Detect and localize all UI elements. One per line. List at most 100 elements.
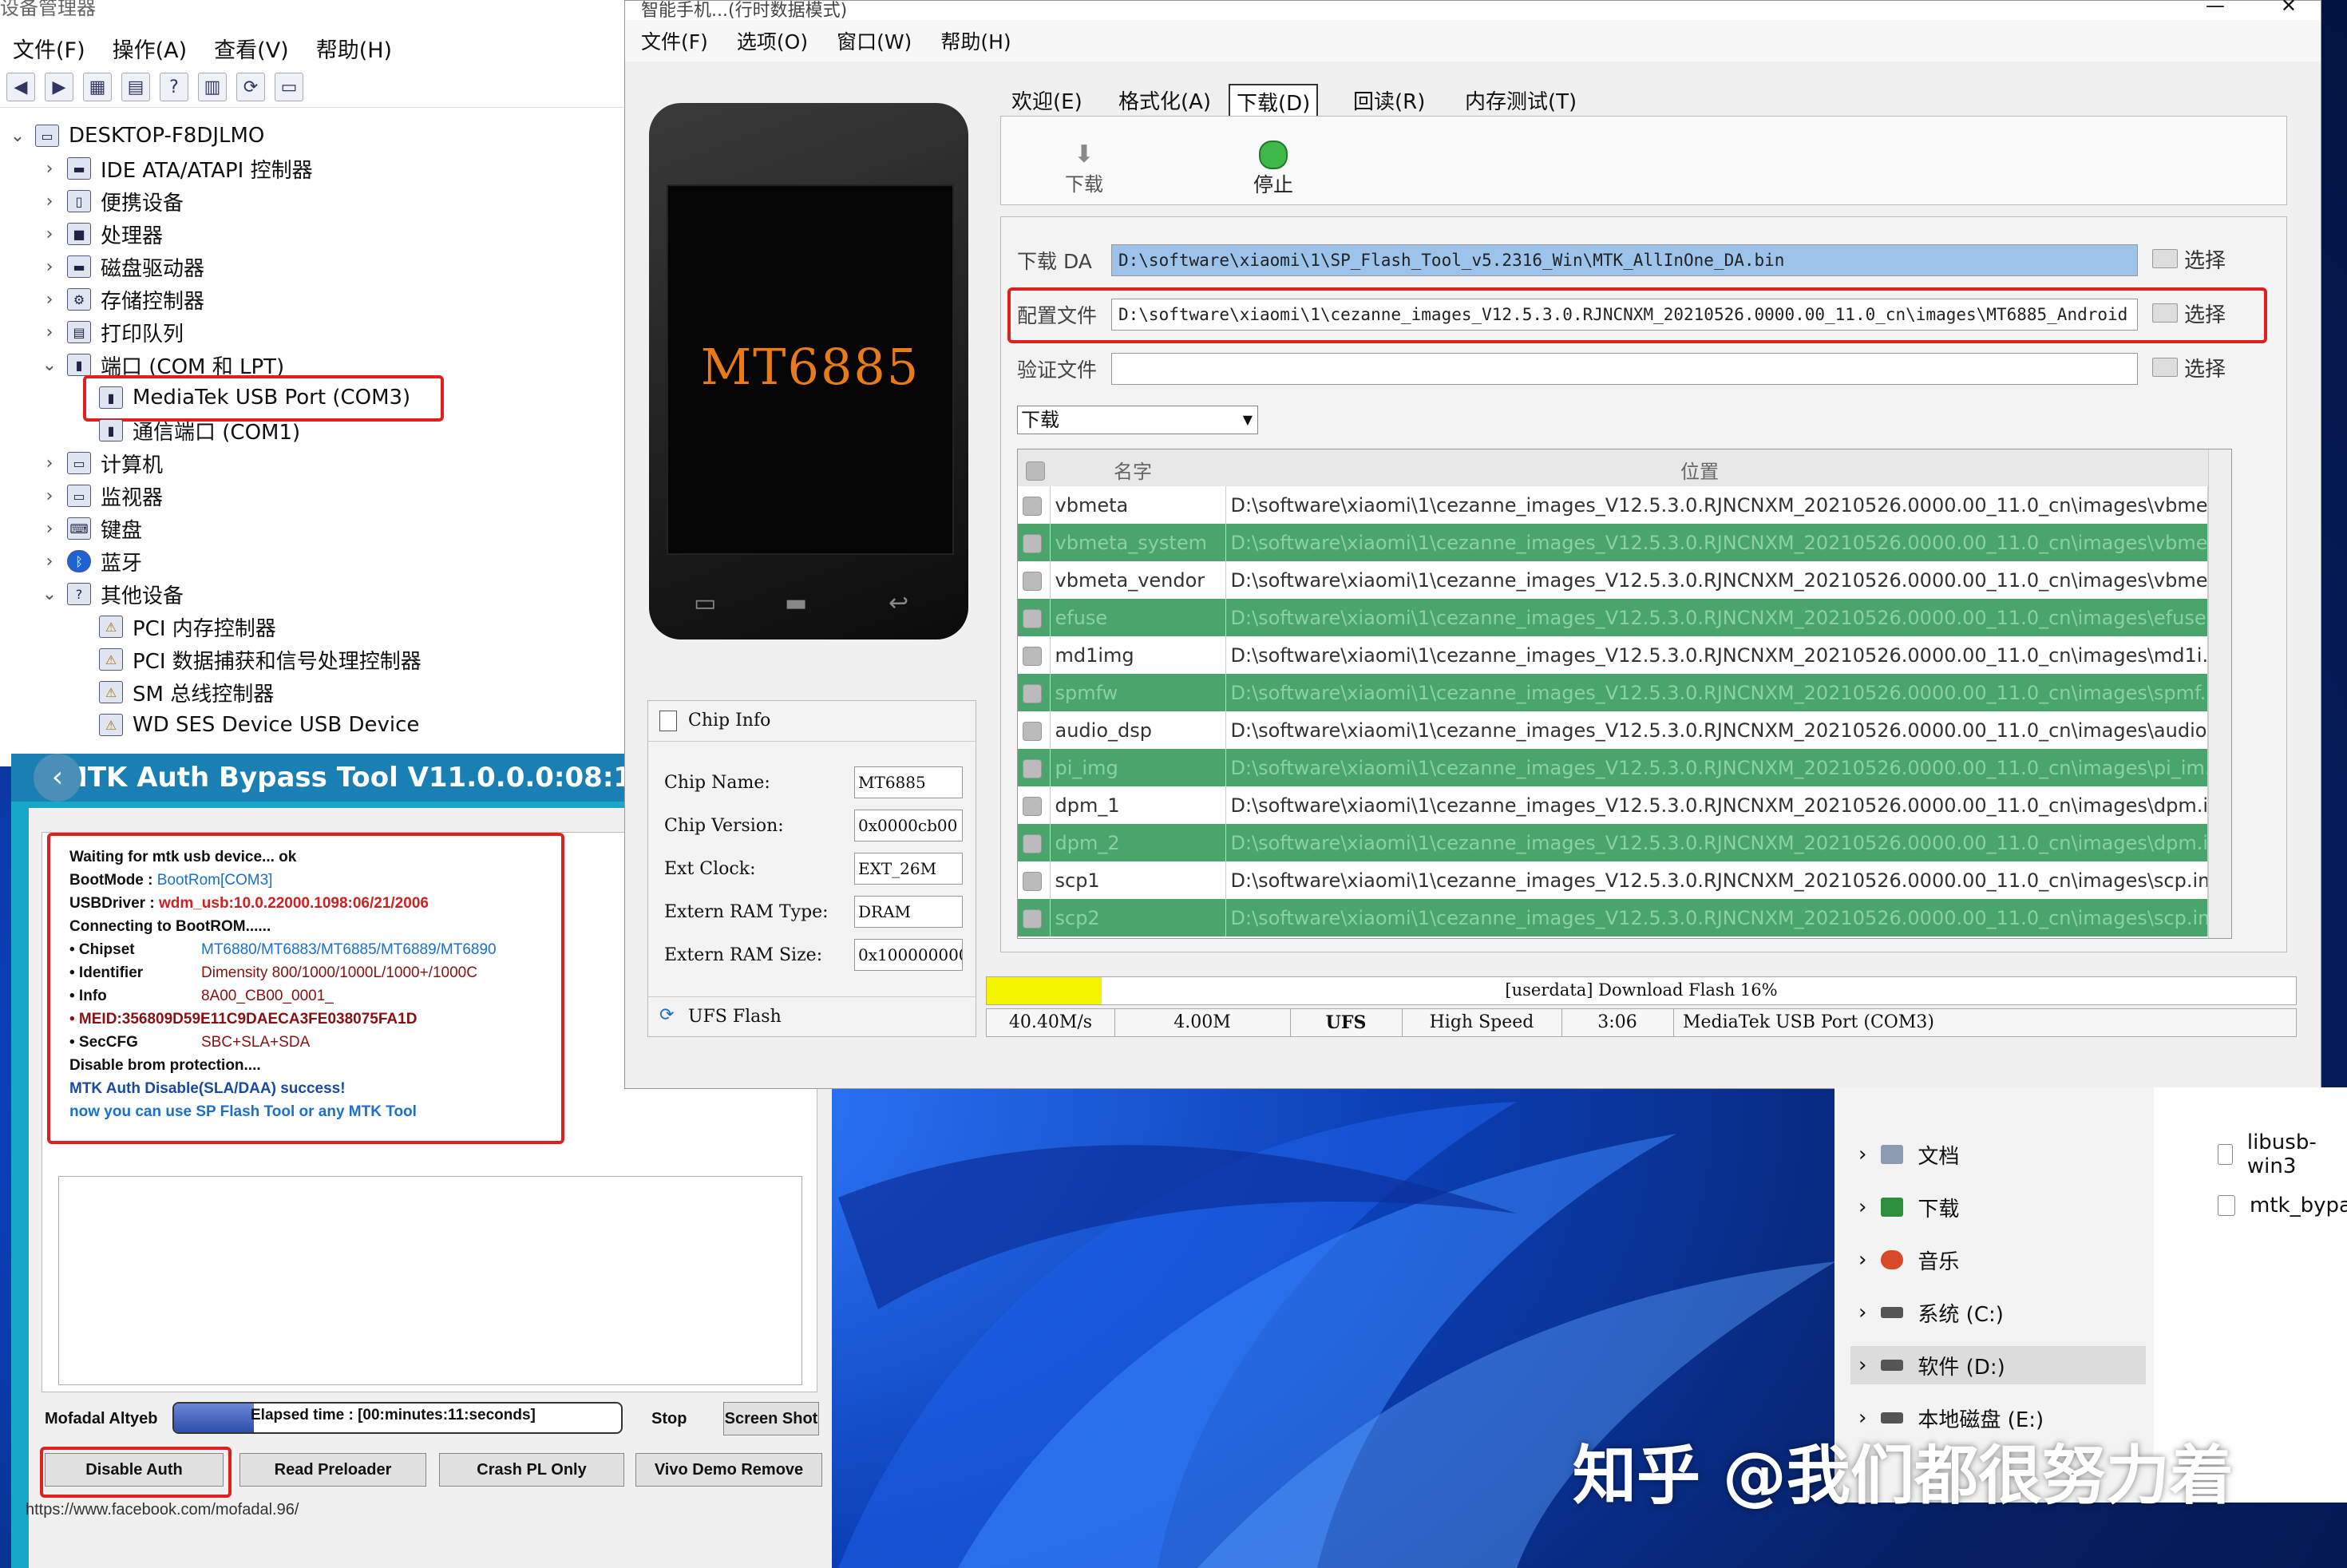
table-row[interactable]: vbmeta_system D:\software\xiaomi\1\cezann… — [1018, 524, 2208, 561]
row-checkbox[interactable] — [1018, 861, 1051, 899]
table-row[interactable]: pi_img D:\software\xiaomi\1\cezanne_image… — [1018, 749, 2208, 786]
tree-item-processor[interactable]: › ■ 处理器 — [42, 218, 163, 250]
table-scrollbar[interactable] — [2208, 449, 2231, 938]
table-row[interactable]: dpm_2 D:\software\xiaomi\1\cezanne_images… — [1018, 824, 2208, 861]
chevron-down-icon[interactable]: ⌄ — [10, 126, 26, 146]
tab-format[interactable]: 格式化(A) — [1112, 84, 1217, 117]
stop-download-button[interactable]: 停止 — [1253, 141, 1293, 198]
row-checkbox[interactable] — [1018, 561, 1051, 599]
table-row[interactable]: spmfw D:\software\xiaomi\1\cezanne_images… — [1018, 674, 2208, 711]
header-checkbox[interactable] — [1026, 459, 1045, 481]
tree-item-wd-ses[interactable]: ⚠ WD SES Device USB Device — [99, 709, 419, 741]
explorer-item-c[interactable]: › 系统 (C:) — [1858, 1293, 2004, 1332]
chevron-down-icon[interactable]: ⌄ — [42, 584, 57, 604]
chevron-right-icon[interactable]: › — [42, 519, 57, 539]
vivo-demo-remove-button[interactable]: Vivo Demo Remove — [635, 1453, 822, 1487]
table-row[interactable]: scp2 D:\software\xiaomi\1\cezanne_images_… — [1018, 899, 2208, 936]
tab-readback[interactable]: 回读(R) — [1347, 84, 1431, 117]
row-checkbox[interactable] — [1018, 674, 1051, 711]
row-checkbox[interactable] — [1018, 636, 1051, 674]
crash-pl-button[interactable]: Crash PL Only — [439, 1453, 624, 1487]
tree-item-ide[interactable]: › ▬ IDE ATA/ATAPI 控制器 — [42, 152, 313, 184]
table-row[interactable]: efuse D:\software\xiaomi\1\cezanne_images… — [1018, 599, 2208, 636]
tree-item-storage[interactable]: › ⚙ 存储控制器 — [42, 283, 204, 315]
tree-item-other[interactable]: ⌄ ? 其他设备 — [42, 578, 184, 610]
auth-select-button[interactable]: 选择 — [2152, 351, 2226, 383]
chevron-right-icon[interactable]: › — [42, 323, 57, 343]
footer-link[interactable]: https://www.facebook.com/mofadal.96/ — [26, 1501, 299, 1519]
row-checkbox[interactable] — [1018, 711, 1051, 749]
tab-welcome[interactable]: 欢迎(E) — [1005, 84, 1089, 117]
back-chevron-icon[interactable]: ‹ — [34, 754, 81, 802]
forward-arrow-icon[interactable]: ▶ — [45, 73, 73, 101]
row-checkbox[interactable] — [1018, 486, 1051, 524]
menu-view[interactable]: 查看(V) — [214, 33, 289, 64]
menu-help[interactable]: 帮助(H) — [316, 33, 392, 64]
details-icon[interactable]: ▥ — [198, 73, 227, 101]
table-row[interactable]: md1img D:\software\xiaomi\1\cezanne_image… — [1018, 636, 2208, 674]
row-checkbox[interactable] — [1018, 899, 1051, 936]
tree-item-disk[interactable]: › ▬ 磁盘驱动器 — [42, 251, 204, 283]
row-checkbox[interactable] — [1018, 524, 1051, 561]
menu-action[interactable]: 操作(A) — [113, 33, 188, 64]
chevron-right-icon[interactable]: › — [42, 453, 57, 473]
table-row[interactable]: audio_dsp D:\software\xiaomi\1\cezanne_im… — [1018, 711, 2208, 749]
update-driver-icon[interactable]: ⟳ — [236, 73, 265, 101]
auth-path-field[interactable] — [1111, 353, 2138, 385]
stop-button[interactable]: Stop — [651, 1410, 687, 1428]
tab-memory-test[interactable]: 内存测试(T) — [1458, 84, 1583, 117]
chevron-right-icon[interactable]: › — [42, 224, 57, 244]
explorer-file[interactable]: libusb-win3 — [2218, 1130, 2347, 1178]
chevron-right-icon[interactable]: › — [42, 290, 57, 310]
menu-file[interactable]: 文件(F) — [13, 33, 85, 64]
chevron-right-icon[interactable]: › — [42, 552, 57, 572]
tree-item-pci-memory[interactable]: ⚠ PCI 内存控制器 — [99, 611, 276, 643]
row-checkbox[interactable] — [1018, 749, 1051, 786]
da-path-field[interactable]: D:\software\xiaomi\1\SP_Flash_Tool_v5.23… — [1111, 244, 2138, 276]
explorer-item-d[interactable]: › 软件 (D:) — [1850, 1346, 2146, 1384]
properties-icon[interactable]: ▦ — [83, 73, 112, 101]
table-row[interactable]: scp1 D:\software\xiaomi\1\cezanne_images_… — [1018, 861, 2208, 899]
list-icon[interactable]: ▤ — [121, 73, 150, 101]
tree-item-print[interactable]: › ▤ 打印队列 — [42, 316, 184, 348]
chevron-right-icon[interactable]: › — [42, 159, 57, 179]
minimize-icon[interactable]: — — [2206, 0, 2225, 17]
tree-item-portable[interactable]: › ▯ 便携设备 — [42, 185, 184, 217]
tree-item-bluetooth[interactable]: › ᛒ 蓝牙 — [42, 545, 142, 577]
tree-root[interactable]: ⌄ ▭ DESKTOP-F8DJLMO — [10, 120, 265, 152]
tree-item-com1[interactable]: ▮ 通信端口 (COM1) — [99, 414, 300, 446]
table-row[interactable]: vbmeta_vendor D:\software\xiaomi\1\cezann… — [1018, 561, 2208, 599]
chevron-right-icon[interactable]: › — [42, 192, 57, 212]
flash-menu-window[interactable]: 窗口(W) — [837, 26, 912, 55]
tree-item-keyboard[interactable]: › ⌨ 键盘 — [42, 513, 142, 544]
close-icon[interactable]: ✕ — [2281, 0, 2297, 17]
screenshot-button[interactable]: Screen Shot — [723, 1402, 819, 1435]
table-row[interactable]: vbmeta D:\software\xiaomi\1\cezanne_image… — [1018, 486, 2208, 524]
explorer-item-documents[interactable]: › 文档 — [1858, 1135, 1959, 1174]
row-checkbox[interactable] — [1018, 599, 1051, 636]
explorer-item-downloads[interactable]: › 下载 — [1858, 1188, 1959, 1226]
table-row[interactable]: dpm_1 D:\software\xiaomi\1\cezanne_images… — [1018, 786, 2208, 824]
chevron-right-icon[interactable]: › — [42, 257, 57, 277]
back-arrow-icon[interactable]: ◀ — [6, 73, 35, 101]
chevron-right-icon[interactable]: › — [42, 486, 57, 506]
da-select-button[interactable]: 选择 — [2152, 243, 2226, 275]
row-checkbox[interactable] — [1018, 824, 1051, 861]
tree-item-smbus[interactable]: ⚠ SM 总线控制器 — [99, 676, 274, 708]
scan-hardware-icon[interactable]: ▭ — [275, 73, 303, 101]
explorer-file[interactable]: mtk_bypas — [2218, 1186, 2347, 1225]
tree-item-pci-data[interactable]: ⚠ PCI 数据捕获和信号处理控制器 — [99, 643, 422, 675]
flash-menu-file[interactable]: 文件(F) — [641, 26, 708, 55]
download-button[interactable]: ⬇ 下载 — [1065, 141, 1103, 196]
flash-menu-options[interactable]: 选项(O) — [737, 26, 808, 55]
tree-item-computer[interactable]: › ▭ 计算机 — [42, 447, 163, 479]
tab-download[interactable]: 下载(D) — [1229, 84, 1319, 120]
chevron-down-icon[interactable]: ⌄ — [42, 355, 57, 375]
row-checkbox[interactable] — [1018, 786, 1051, 824]
explorer-item-music[interactable]: › 音乐 — [1858, 1241, 1959, 1279]
read-preloader-button[interactable]: Read Preloader — [239, 1453, 426, 1487]
flash-menu-help[interactable]: 帮助(H) — [940, 26, 1011, 55]
tree-item-monitor[interactable]: › ▭ 监视器 — [42, 480, 163, 512]
mode-select[interactable]: 下载 ▼ — [1017, 406, 1258, 434]
help-icon[interactable]: ? — [160, 73, 188, 101]
